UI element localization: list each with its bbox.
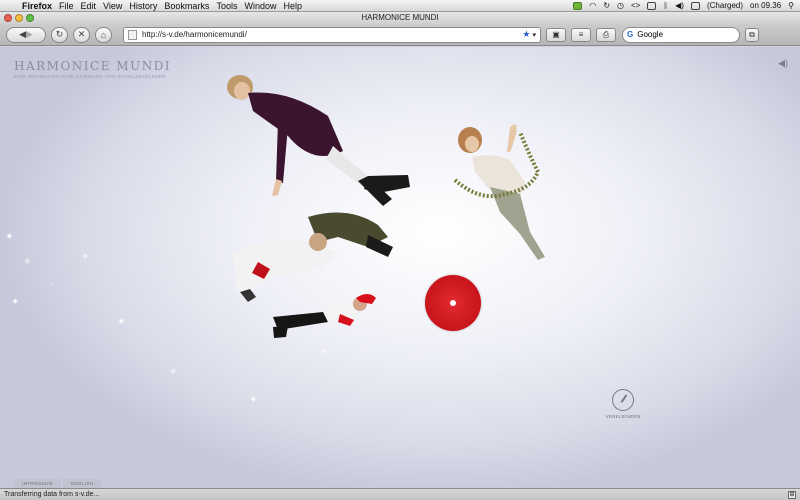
site-subtitle: EINE WEIHNACHTLICHE STIMMUNG VON SCHOLZ&… bbox=[14, 74, 166, 79]
menu-view[interactable]: View bbox=[103, 1, 129, 11]
site-brand[interactable]: HARMONICE MUNDI EINE WEIHNACHTLICHE STIM… bbox=[14, 59, 171, 79]
filter-button[interactable]: ≡ bbox=[571, 27, 591, 42]
page-icon bbox=[128, 29, 137, 40]
floating-woman-figure[interactable] bbox=[218, 71, 418, 211]
window-titlebar: HARMONICE MUNDI bbox=[0, 12, 800, 24]
stop-button[interactable]: ✕ bbox=[73, 26, 90, 43]
menu-window[interactable]: Window bbox=[244, 1, 283, 11]
clock[interactable]: on 09.36 bbox=[750, 1, 781, 10]
speaker-icon[interactable]: ◀) bbox=[778, 58, 788, 69]
play-disc-button[interactable] bbox=[425, 275, 481, 331]
bookmark-star-icon[interactable]: ★ bbox=[522, 29, 530, 40]
window-stack-icon: ⧉ bbox=[749, 29, 755, 39]
spotlight-icon[interactable]: ⚲ bbox=[788, 1, 794, 10]
menu-tools[interactable]: Tools bbox=[216, 1, 244, 11]
address-bar[interactable]: http://s-v.de/harmonicemundi/ ★ ▾ bbox=[123, 26, 541, 43]
resize-grip-icon[interactable]: ⊞ bbox=[788, 491, 796, 499]
time-machine-icon[interactable]: ◷ bbox=[617, 1, 624, 10]
search-input[interactable]: Google bbox=[637, 30, 663, 39]
english-link[interactable]: ENGLISH bbox=[62, 479, 102, 488]
minimize-window-button[interactable] bbox=[15, 14, 23, 22]
menu-edit[interactable]: Edit bbox=[81, 1, 104, 11]
back-arrow-icon[interactable]: ◀ bbox=[19, 29, 26, 40]
camera-icon: ▣ bbox=[552, 30, 560, 39]
code-icon[interactable]: <> bbox=[631, 1, 640, 10]
google-icon[interactable]: G bbox=[627, 30, 633, 39]
forward-arrow-icon[interactable]: ▶ bbox=[26, 29, 33, 40]
filter-icon: ≡ bbox=[578, 30, 584, 39]
close-window-button[interactable] bbox=[4, 14, 12, 22]
sparkle-icon: ✧ bbox=[82, 252, 89, 261]
reload-icon: ↻ bbox=[55, 29, 64, 39]
sparkle-icon: ✧ bbox=[170, 367, 177, 376]
footer-links: IMPRESSUM ENGLISH bbox=[14, 479, 102, 488]
back-forward-buttons[interactable]: ◀ ▶ bbox=[6, 26, 46, 43]
browser-statusbar: Transferring data from s-v.de... ⊞ bbox=[0, 488, 800, 500]
sparkle-icon: ✦ bbox=[12, 297, 19, 306]
print-button[interactable]: ⎙ bbox=[596, 27, 616, 42]
window-controls bbox=[4, 14, 34, 22]
display-icon[interactable] bbox=[647, 1, 657, 10]
stop-icon: ✕ bbox=[77, 29, 86, 39]
zoom-out-control[interactable]: VERKLEINERN bbox=[603, 389, 643, 419]
bluetooth-icon[interactable]: ᛒ bbox=[663, 1, 668, 10]
browser-toolbar: ◀ ▶ ↻ ✕ ⌂ http://s-v.de/harmonicemundi/ … bbox=[0, 24, 800, 46]
printer-icon: ⎙ bbox=[602, 29, 610, 39]
tabs-button[interactable]: ⧉ bbox=[745, 27, 759, 42]
man-with-red-hat-figure[interactable] bbox=[268, 292, 380, 342]
menu-help[interactable]: Help bbox=[283, 1, 309, 11]
menu-file[interactable]: File bbox=[59, 1, 81, 11]
window-title: HARMONICE MUNDI bbox=[361, 13, 439, 22]
page-content: HARMONICE MUNDI EINE WEIHNACHTLICHE STIM… bbox=[0, 47, 800, 488]
home-icon: ⌂ bbox=[100, 29, 107, 40]
url-text[interactable]: http://s-v.de/harmonicemundi/ bbox=[142, 30, 519, 39]
menubar-status-area: ◠ ↻ ◷ <> ᛒ ◀) (Charged) on 09.36 ⚲ bbox=[573, 1, 800, 10]
disc-center-icon bbox=[450, 300, 456, 306]
battery-icon[interactable] bbox=[690, 1, 700, 10]
sparkle-icon: ✦ bbox=[6, 232, 13, 241]
screenshot-button[interactable]: ▣ bbox=[546, 27, 566, 42]
sparkle-icon: ✦ bbox=[250, 395, 257, 404]
history-dropdown-icon[interactable]: ▾ bbox=[532, 31, 536, 39]
wifi-icon[interactable]: ◠ bbox=[589, 1, 596, 10]
volume-icon[interactable]: ◀) bbox=[675, 1, 684, 10]
evernote-icon[interactable] bbox=[573, 1, 583, 10]
sparkle-icon: ✧ bbox=[320, 347, 327, 356]
menu-app-firefox[interactable]: Firefox bbox=[22, 1, 59, 11]
sparkle-icon: ✦ bbox=[118, 317, 125, 326]
sparkle-icon: · bbox=[50, 279, 53, 288]
compass-dial-icon[interactable] bbox=[612, 389, 634, 411]
status-text: Transferring data from s-v.de... bbox=[4, 491, 100, 498]
sync-icon[interactable]: ↻ bbox=[603, 1, 610, 10]
menu-bookmarks[interactable]: Bookmarks bbox=[164, 1, 216, 11]
site-title[interactable]: HARMONICE MUNDI bbox=[14, 59, 171, 73]
impressum-link[interactable]: IMPRESSUM bbox=[14, 479, 61, 488]
zoom-window-button[interactable] bbox=[26, 14, 34, 22]
search-bar[interactable]: G Google bbox=[622, 26, 740, 43]
battery-status[interactable]: (Charged) bbox=[707, 1, 743, 10]
menu-history[interactable]: History bbox=[129, 1, 164, 11]
sparkle-icon: · bbox=[210, 297, 213, 306]
system-menubar: Firefox File Edit View History Bookmarks… bbox=[0, 0, 800, 12]
sparkle-icon: ✧ bbox=[24, 257, 31, 266]
woman-with-garland-figure[interactable] bbox=[450, 122, 560, 262]
reload-button[interactable]: ↻ bbox=[51, 26, 68, 43]
home-button[interactable]: ⌂ bbox=[95, 26, 112, 43]
zoom-out-label[interactable]: VERKLEINERN bbox=[603, 414, 643, 419]
